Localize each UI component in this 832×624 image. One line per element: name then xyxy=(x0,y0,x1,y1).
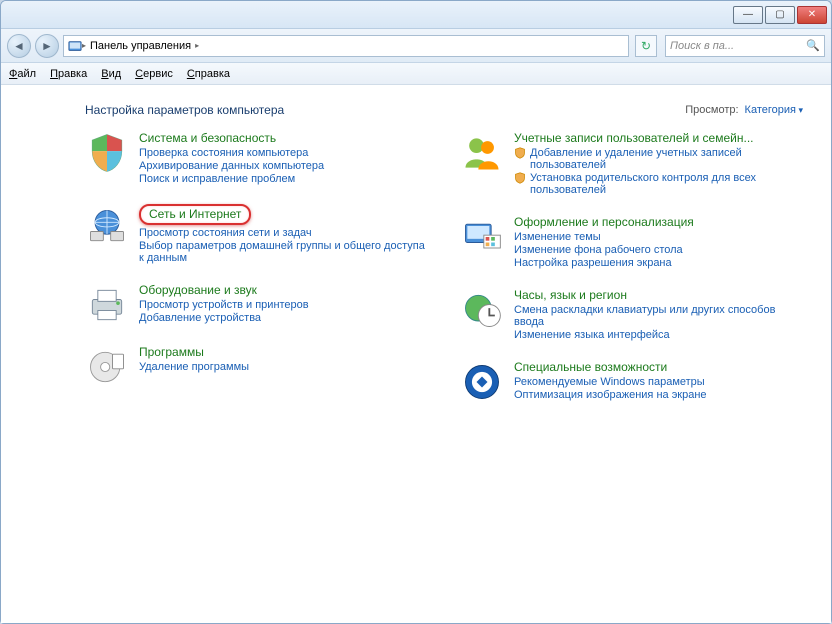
shield-icon xyxy=(85,131,129,175)
content-header: Настройка параметров компьютера Просмотр… xyxy=(85,103,803,117)
cat-user-accounts: Учетные записи пользователей и семейн...… xyxy=(460,131,803,197)
category-columns: Система и безопасность Проверка состояни… xyxy=(85,131,803,404)
cat-ease-of-access: Специальные возможности Рекомендуемые Wi… xyxy=(460,360,803,404)
link-add-remove-users[interactable]: Добавление и удаление учетных записей по… xyxy=(514,147,803,171)
left-column: Система и безопасность Проверка состояни… xyxy=(85,131,428,404)
highlight-annotation: Сеть и Интернет xyxy=(139,204,251,225)
search-icon: 🔍 xyxy=(806,39,820,52)
menu-help[interactable]: Справка xyxy=(187,68,230,80)
close-button[interactable]: ✕ xyxy=(797,6,827,24)
menu-file[interactable]: Файл xyxy=(9,68,36,80)
link-optimize-display[interactable]: Оптимизация изображения на экране xyxy=(514,389,803,401)
search-placeholder: Поиск в па... xyxy=(670,40,734,52)
search-input[interactable]: Поиск в па... 🔍 xyxy=(665,35,825,57)
cat-hardware-sound-title[interactable]: Оборудование и звук xyxy=(139,283,428,297)
minimize-button[interactable]: — xyxy=(733,6,763,24)
link-parental-control[interactable]: Установка родительского контроля для все… xyxy=(514,172,803,196)
link-keyboard-layout[interactable]: Смена раскладки клавиатуры или других сп… xyxy=(514,304,803,328)
link-homegroup[interactable]: Выбор параметров домашней группы и общег… xyxy=(139,240,428,264)
printer-icon xyxy=(85,283,129,327)
link-add-device[interactable]: Добавление устройства xyxy=(139,312,428,324)
cat-network-internet-title[interactable]: Сеть и Интернет xyxy=(139,204,428,225)
page-title: Настройка параметров компьютера xyxy=(85,103,284,117)
link-ui-language[interactable]: Изменение языка интерфейса xyxy=(514,329,803,341)
refresh-button[interactable]: ↻ xyxy=(635,35,657,57)
control-panel-window: — ▢ ✕ ◄ ► ▸ Панель управления ▸ ↻ Поиск … xyxy=(0,0,832,624)
back-button[interactable]: ◄ xyxy=(7,34,31,58)
address-bar[interactable]: ▸ Панель управления ▸ xyxy=(63,35,629,57)
globe-network-icon xyxy=(85,204,129,248)
link-change-theme[interactable]: Изменение темы xyxy=(514,231,803,243)
cat-clock-lang-region: Часы, язык и регион Смена раскладки клав… xyxy=(460,288,803,342)
nav-bar: ◄ ► ▸ Панель управления ▸ ↻ Поиск в па..… xyxy=(1,29,831,63)
cat-user-accounts-title[interactable]: Учетные записи пользователей и семейн... xyxy=(514,131,803,145)
link-troubleshoot[interactable]: Поиск и исправление проблем xyxy=(139,173,428,185)
menu-edit[interactable]: Правка xyxy=(50,68,87,80)
link-devices-printers[interactable]: Просмотр устройств и принтеров xyxy=(139,299,428,311)
cat-appearance-title[interactable]: Оформление и персонализация xyxy=(514,215,803,229)
link-backup[interactable]: Архивирование данных компьютера xyxy=(139,160,428,172)
appearance-icon xyxy=(460,215,504,259)
view-label: Просмотр: xyxy=(685,104,738,116)
clock-globe-icon xyxy=(460,288,504,332)
cat-clock-lang-region-title[interactable]: Часы, язык и регион xyxy=(514,288,803,302)
uac-shield-icon xyxy=(514,147,526,159)
cat-appearance: Оформление и персонализация Изменение те… xyxy=(460,215,803,270)
cat-system-security: Система и безопасность Проверка состояни… xyxy=(85,131,428,186)
link-screen-resolution[interactable]: Настройка разрешения экрана xyxy=(514,257,803,269)
ease-of-access-icon xyxy=(460,360,504,404)
menu-bar: Файл Правка Вид Сервис Справка xyxy=(1,63,831,85)
cat-hardware-sound: Оборудование и звук Просмотр устройств и… xyxy=(85,283,428,327)
programs-icon xyxy=(85,345,129,389)
uac-shield-icon xyxy=(514,172,526,184)
link-uninstall[interactable]: Удаление программы xyxy=(139,361,428,373)
titlebar: — ▢ ✕ xyxy=(1,1,831,29)
cat-system-security-title[interactable]: Система и безопасность xyxy=(139,131,428,145)
cat-network-internet: Сеть и Интернет Просмотр состояния сети … xyxy=(85,204,428,265)
users-icon xyxy=(460,131,504,175)
breadcrumb-root[interactable]: Панель управления xyxy=(86,40,195,52)
link-recommended-settings[interactable]: Рекомендуемые Windows параметры xyxy=(514,376,803,388)
link-change-background[interactable]: Изменение фона рабочего стола xyxy=(514,244,803,256)
right-column: Учетные записи пользователей и семейн...… xyxy=(460,131,803,404)
control-panel-icon xyxy=(68,39,82,53)
content-area: Настройка параметров компьютера Просмотр… xyxy=(1,85,831,623)
maximize-button[interactable]: ▢ xyxy=(765,6,795,24)
menu-tools[interactable]: Сервис xyxy=(135,68,173,80)
cat-programs-title[interactable]: Программы xyxy=(139,345,428,359)
menu-view[interactable]: Вид xyxy=(101,68,121,80)
link-network-status[interactable]: Просмотр состояния сети и задач xyxy=(139,227,428,239)
forward-button[interactable]: ► xyxy=(35,34,59,58)
view-dropdown[interactable]: Категория xyxy=(745,104,803,116)
cat-ease-of-access-title[interactable]: Специальные возможности xyxy=(514,360,803,374)
link-check-status[interactable]: Проверка состояния компьютера xyxy=(139,147,428,159)
breadcrumb-sep-end: ▸ xyxy=(195,41,199,50)
cat-programs: Программы Удаление программы xyxy=(85,345,428,389)
